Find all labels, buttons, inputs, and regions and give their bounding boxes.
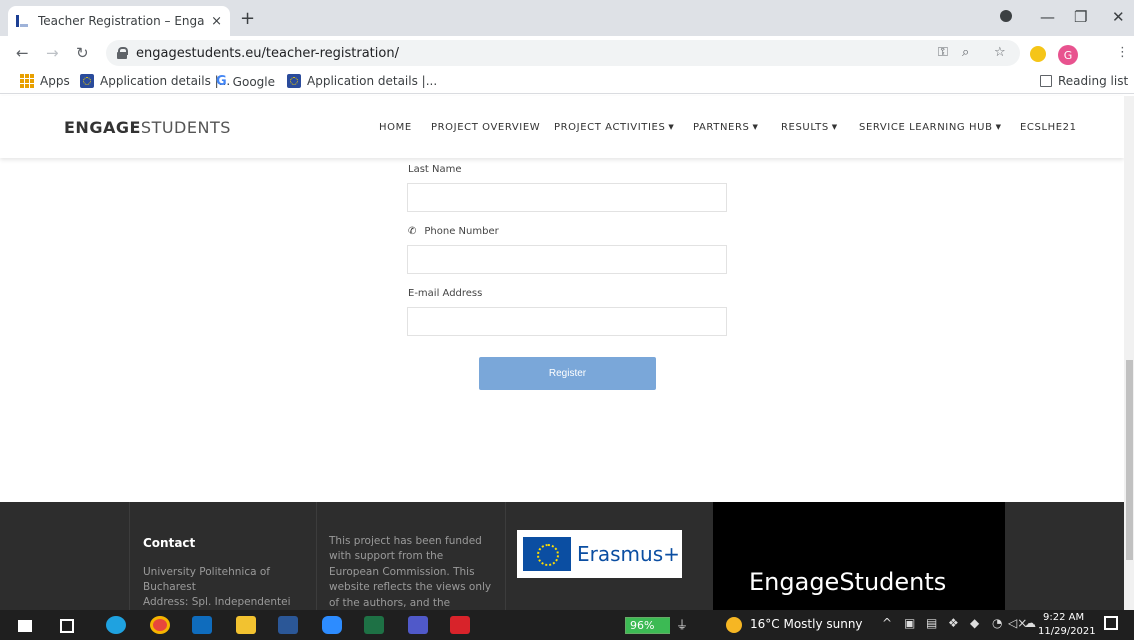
google-icon: G [216, 74, 227, 89]
battery-indicator[interactable]: 96% [625, 617, 670, 634]
nav-partners[interactable]: PARTNERS ▼ [693, 122, 758, 133]
dropbox-icon[interactable]: ❖ [948, 616, 959, 630]
browser-tab-strip: Teacher Registration – EngageStu × + — ❐… [0, 0, 1134, 36]
profile-avatar[interactable]: G [1058, 45, 1078, 65]
onedrive-icon[interactable]: ☁ [1024, 616, 1036, 630]
footer-funding-line: This project has been funded [329, 535, 482, 547]
footer-contact-title: Contact [143, 536, 196, 550]
address-bar[interactable]: engagestudents.eu/teacher-registration/ [106, 40, 1020, 66]
word-icon[interactable] [278, 616, 298, 634]
bookmark-apps[interactable]: Apps [20, 74, 70, 88]
phone-icon: ✆ [408, 226, 417, 237]
bookmark-star-icon[interactable]: ☆ [994, 45, 1006, 60]
task-view-icon[interactable] [60, 619, 74, 633]
tray-app-icon[interactable]: ▣ [904, 616, 915, 630]
browser-tab-active[interactable]: Teacher Registration – EngageStu × [8, 6, 230, 36]
footer-funding-line: of the authors, and the [329, 597, 451, 609]
close-window-button[interactable]: ✕ [1112, 8, 1125, 26]
site-header: ENGAGESTUDENTS HOME PROJECT OVERVIEW PRO… [0, 96, 1124, 158]
apps-grid-icon [20, 74, 34, 88]
new-tab-button[interactable]: + [240, 8, 255, 29]
caret-down-icon: ▼ [668, 123, 675, 131]
erasmus-plus-logo: Erasmus+ [517, 530, 682, 578]
clock-date[interactable]: 11/29/2021 [1038, 626, 1096, 637]
last-name-label: Last Name [408, 164, 462, 175]
zoom-icon[interactable]: ⌕ [962, 45, 969, 60]
file-explorer-icon[interactable] [236, 616, 256, 634]
tray-app-icon[interactable]: ▤ [926, 616, 937, 630]
nav-service-learning-hub[interactable]: SERVICE LEARNING HUB ▼ [859, 122, 1002, 133]
email-input[interactable] [407, 307, 727, 336]
nav-project-activities[interactable]: PROJECT ACTIVITIES ▼ [554, 122, 674, 133]
url-text: engagestudents.eu/teacher-registration/ [136, 45, 399, 61]
nav-project-overview[interactable]: PROJECT OVERVIEW [431, 122, 540, 133]
eu-flag-icon [287, 74, 301, 88]
teams-icon[interactable] [408, 616, 428, 634]
extension-icon[interactable] [1030, 46, 1046, 62]
bookmarks-bar: Apps Application details |... G Google A… [0, 70, 1134, 94]
forward-arrow-icon[interactable]: → [46, 44, 59, 62]
outlook-icon[interactable] [192, 616, 212, 634]
register-button[interactable]: Register [479, 357, 656, 390]
site-favicon-icon [16, 14, 30, 28]
footer-funding-line: with support from the [329, 550, 444, 562]
caret-down-icon: ▼ [752, 123, 759, 131]
lock-icon[interactable] [116, 47, 128, 59]
back-arrow-icon[interactable]: ← [16, 44, 29, 62]
sun-icon[interactable] [726, 617, 742, 633]
excel-icon[interactable] [364, 616, 384, 634]
edge-browser-icon[interactable] [106, 616, 126, 634]
clock-time[interactable]: 9:22 AM [1043, 612, 1084, 623]
caret-down-icon: ▼ [831, 123, 838, 131]
email-label: E-mail Address [408, 288, 483, 299]
weather-widget[interactable]: 16°C Mostly sunny [750, 617, 863, 631]
reading-list-button[interactable]: Reading list [1040, 74, 1128, 88]
nav-ecslhe21[interactable]: ECSLHE21 [1020, 122, 1077, 133]
tray-chevron-up-icon[interactable]: ^ [882, 616, 892, 630]
nav-home[interactable]: HOME [379, 122, 412, 133]
tab-title: Teacher Registration – EngageStu [38, 14, 205, 28]
nav-results[interactable]: RESULTS ▼ [781, 122, 838, 133]
site-logo[interactable]: ENGAGESTUDENTS [64, 118, 231, 137]
browser-toolbar: ← → ↻ engagestudents.eu/teacher-registra… [0, 36, 1134, 70]
maximize-button[interactable]: ❐ [1074, 8, 1087, 26]
tab-search-icon[interactable] [1000, 10, 1012, 22]
bookmark-google[interactable]: G Google [216, 74, 275, 89]
footer-funding-line: website reflects the views only [329, 581, 492, 593]
minimize-button[interactable]: — [1040, 8, 1055, 26]
last-name-input[interactable] [407, 183, 727, 212]
footer-contact-line: University Politehnica of [143, 566, 270, 578]
acrobat-icon[interactable] [450, 616, 470, 634]
windows-start-icon[interactable] [18, 620, 32, 632]
footer-funding-line: European Commission. This [329, 566, 475, 578]
zoom-app-icon[interactable] [322, 616, 342, 634]
notification-center-icon[interactable] [1104, 616, 1118, 630]
bookmark-application-details-2[interactable]: Application details |... [287, 74, 437, 88]
reading-list-icon [1040, 75, 1052, 87]
wifi-icon[interactable]: ◔ [992, 616, 1002, 630]
windows-taskbar [0, 610, 1134, 640]
plug-icon: ⏚ [676, 618, 689, 632]
menu-kebab-icon[interactable]: ⋮ [1116, 45, 1129, 60]
caret-down-icon: ▼ [995, 123, 1002, 131]
reload-icon[interactable]: ↻ [76, 44, 89, 62]
phone-number-label: ✆ Phone Number [408, 226, 499, 237]
phone-number-input[interactable] [407, 245, 727, 274]
footer-contact-line: Bucharest [143, 581, 196, 593]
eu-flag-icon [80, 74, 94, 88]
tray-app-icon[interactable]: ◆ [970, 616, 979, 630]
page-scrollbar-thumb[interactable] [1126, 360, 1133, 560]
bookmark-application-details-1[interactable]: Application details |... [80, 74, 230, 88]
eu-flag-icon [523, 537, 571, 571]
tab-close-icon[interactable]: × [211, 14, 222, 29]
key-icon[interactable]: ⚿ [938, 45, 948, 60]
footer-contact-line: Address: Spl. Independentei [143, 596, 291, 608]
chrome-browser-icon[interactable] [150, 616, 170, 634]
footer-brand-text: EngageStudents [749, 568, 947, 596]
